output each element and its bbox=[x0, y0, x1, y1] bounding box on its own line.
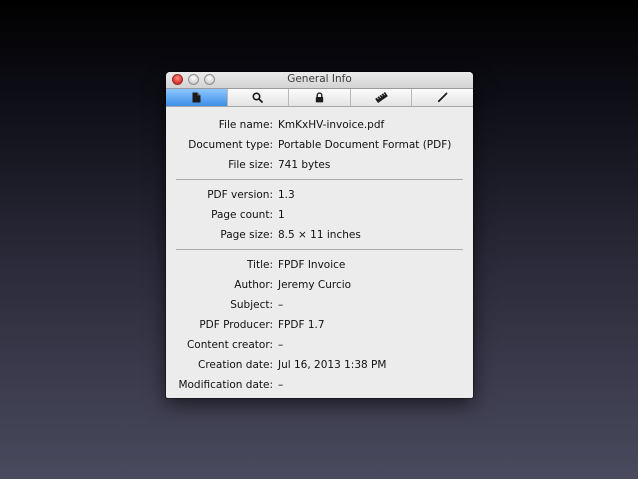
info-row-creation-date: Creation date: Jul 16, 2013 1:38 PM bbox=[166, 355, 473, 375]
tab-search[interactable] bbox=[228, 89, 290, 106]
section-divider bbox=[176, 249, 463, 250]
field-label: Subject: bbox=[230, 299, 273, 311]
info-row-subject: Subject: – bbox=[166, 295, 473, 315]
info-row-pdf-producer: PDF Producer: FPDF 1.7 bbox=[166, 315, 473, 335]
field-label: Page count: bbox=[211, 209, 273, 221]
field-label: Title: bbox=[246, 259, 273, 271]
subject-value: – bbox=[278, 299, 284, 311]
magnifier-icon bbox=[252, 92, 264, 103]
field-label: PDF Producer: bbox=[199, 319, 273, 331]
info-content: File name: KmKxHV-invoice.pdf Document t… bbox=[166, 107, 473, 395]
file-size-value: 741 bytes bbox=[278, 159, 331, 171]
modification-date-value: – bbox=[278, 379, 284, 391]
section-divider bbox=[176, 179, 463, 180]
field-label: Modification date: bbox=[178, 379, 273, 391]
info-row-file-size: File size: 741 bytes bbox=[166, 155, 473, 175]
field-label: PDF version: bbox=[207, 189, 273, 201]
window-title: General Info bbox=[287, 73, 352, 85]
page-size-value: 8.5 × 11 inches bbox=[278, 229, 361, 241]
field-label: Page size: bbox=[220, 229, 273, 241]
info-row-modification-date: Modification date: – bbox=[166, 375, 473, 395]
document-icon bbox=[192, 92, 201, 103]
info-row-page-size: Page size: 8.5 × 11 inches bbox=[166, 225, 473, 245]
field-label: File size: bbox=[228, 159, 273, 171]
content-creator-value: – bbox=[278, 339, 284, 351]
info-row-author: Author: Jeremy Curcio bbox=[166, 275, 473, 295]
info-row-file-name: File name: KmKxHV-invoice.pdf bbox=[166, 115, 473, 135]
tab-annotations[interactable] bbox=[412, 89, 473, 106]
file-name-value: KmKxHV-invoice.pdf bbox=[278, 119, 385, 131]
tab-cropping[interactable] bbox=[351, 89, 413, 106]
info-row-page-count: Page count: 1 bbox=[166, 205, 473, 225]
tab-general-info[interactable] bbox=[166, 89, 228, 106]
field-label: Author: bbox=[234, 279, 273, 291]
info-row-pdf-version: PDF version: 1.3 bbox=[166, 185, 473, 205]
author-value: Jeremy Curcio bbox=[278, 279, 352, 291]
title-value: FPDF Invoice bbox=[278, 259, 346, 271]
pdf-version-value: 1.3 bbox=[278, 189, 295, 201]
info-row-title: Title: FPDF Invoice bbox=[166, 255, 473, 275]
creation-date-value: Jul 16, 2013 1:38 PM bbox=[278, 359, 387, 371]
pencil-icon bbox=[437, 92, 448, 103]
field-label: Content creator: bbox=[186, 339, 273, 351]
title-bar[interactable]: General Info bbox=[166, 72, 473, 89]
pdf-producer-value: FPDF 1.7 bbox=[278, 319, 325, 331]
info-row-document-type: Document type: Portable Document Format … bbox=[166, 135, 473, 155]
page-count-value: 1 bbox=[278, 209, 285, 221]
field-label: Creation date: bbox=[198, 359, 273, 371]
ruler-icon bbox=[374, 92, 388, 103]
tab-encryption[interactable] bbox=[289, 89, 351, 106]
document-type-value: Portable Document Format (PDF) bbox=[278, 139, 452, 151]
inspector-tabs bbox=[166, 89, 473, 107]
general-info-window: General Info File name: KmKxHV-invoice.p… bbox=[166, 72, 473, 398]
field-label: File name: bbox=[218, 119, 273, 131]
field-label: Document type: bbox=[188, 139, 273, 151]
lock-icon bbox=[315, 92, 324, 103]
info-row-content-creator: Content creator: – bbox=[166, 335, 473, 355]
